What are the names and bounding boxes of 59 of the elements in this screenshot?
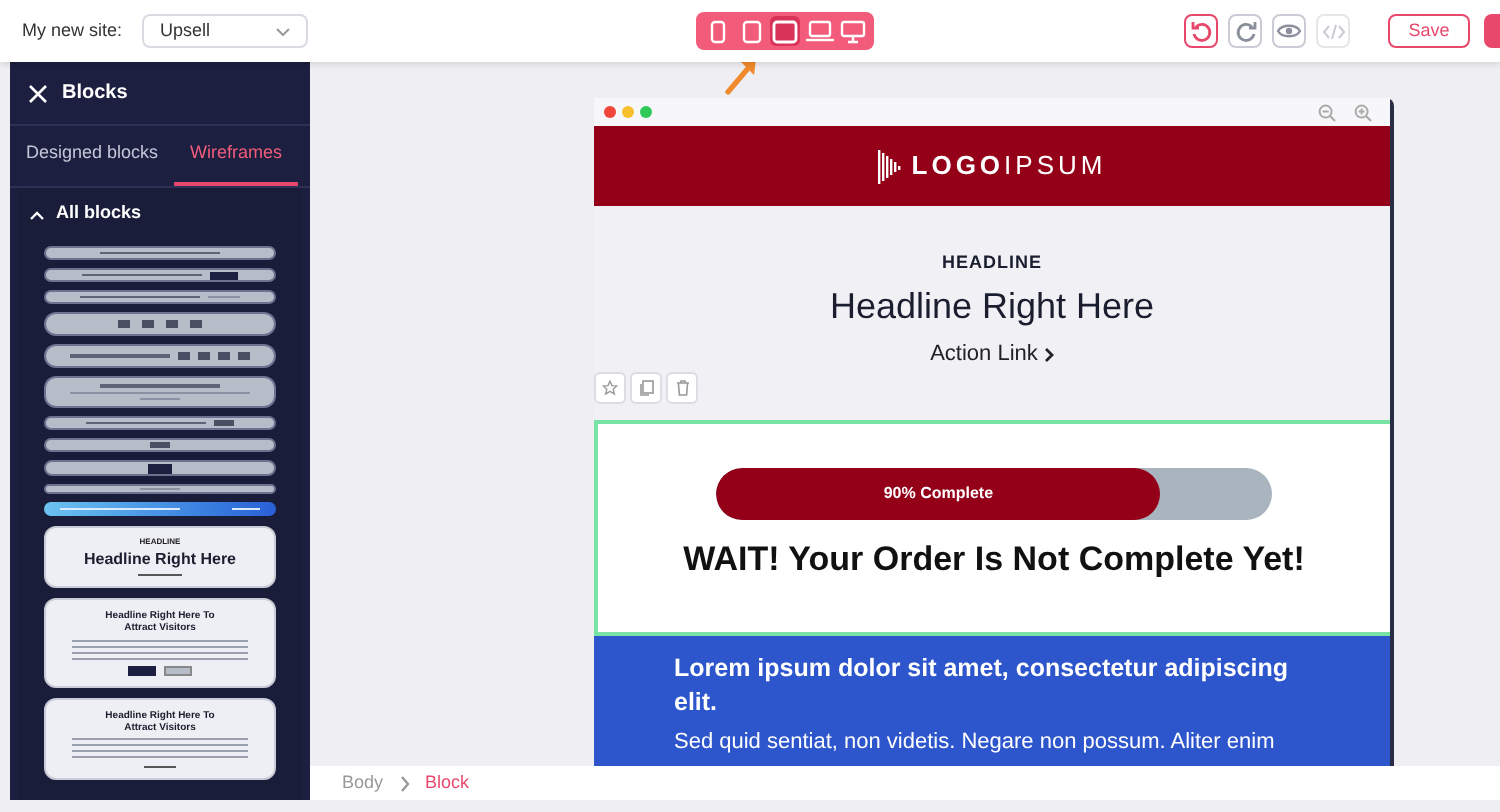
zoom-out-icon[interactable] [1318,103,1336,121]
redo-button[interactable] [1228,14,1262,48]
site-label: My new site: [22,17,123,44]
headline: Headline Right Here [829,283,1155,328]
star-icon [602,380,618,396]
tablet-icon [741,19,762,43]
device-button[interactable] [770,16,801,46]
thumbnail-button [164,665,192,675]
block-thumbnail[interactable] [44,268,276,282]
chevron-down-icon [276,27,291,35]
logo-icon [877,145,902,187]
undo-icon [1189,19,1213,43]
block-thumbnail[interactable] [44,416,276,430]
chevron-icon [30,209,44,219]
sidebar-tab[interactable]: Designed blocks [22,126,163,186]
copy-icon [639,380,653,396]
all-blocks-toggle[interactable]: All blocks [18,192,302,236]
progress-label: 90% Complete [883,482,994,506]
chevron-right-icon [399,775,410,791]
thumbnail-title: Headline Right Here [83,550,236,570]
block-thumbnail[interactable] [44,344,276,368]
redo-icon [1233,19,1257,43]
monitor-icon [840,19,867,43]
site-select[interactable]: Upsell [142,14,309,48]
breadcrumb-link[interactable]: Block [425,769,470,797]
block-thumbnail[interactable] [44,376,276,408]
preview-button[interactable] [1272,14,1306,48]
close-icon[interactable] [28,83,48,103]
device-button[interactable] [838,16,869,46]
block-thumbnail[interactable] [44,502,276,516]
eye-icon [1276,22,1302,40]
copy-button[interactable] [630,372,662,404]
block-thumbnail[interactable] [44,246,276,260]
block-thumbnail[interactable] [44,438,276,452]
laptop-icon [805,20,834,42]
tablet-landscape-icon [772,19,799,43]
menu-button[interactable] [1484,14,1500,48]
device-button[interactable] [804,16,835,46]
warning-headline: WAIT! Your Order Is Not Complete Yet! [683,538,1305,582]
undo-button[interactable] [1184,14,1218,48]
star-button[interactable] [594,372,626,404]
block-thumbnail[interactable] [44,290,276,304]
pointer-arrow-icon [724,56,760,96]
lead-text: Lorem ipsum dolor sit amet, consectetur adipiscing elit. [674,652,1291,720]
trash-icon [675,380,689,396]
block-thumbnail[interactable] [44,460,276,476]
block-thumbnail[interactable] [44,312,276,336]
block-thumbnail[interactable] [44,484,276,494]
chevron-right-icon [1043,347,1054,362]
trash-button[interactable] [666,372,698,404]
sidebar-title: Blocks [62,80,128,108]
zoom-in-icon[interactable] [1354,103,1372,121]
eyebrow-text: HEADLINE [941,250,1042,276]
save-button[interactable]: Save [1388,14,1470,48]
action-link[interactable]: Action Link [930,338,1054,371]
code-icon [1321,21,1345,41]
phone-icon [709,19,726,43]
body-text: Sed quid sentiat, non videtis. Negare non possum. Aliter enim [674,730,1277,756]
thumbnail-button [128,665,156,675]
